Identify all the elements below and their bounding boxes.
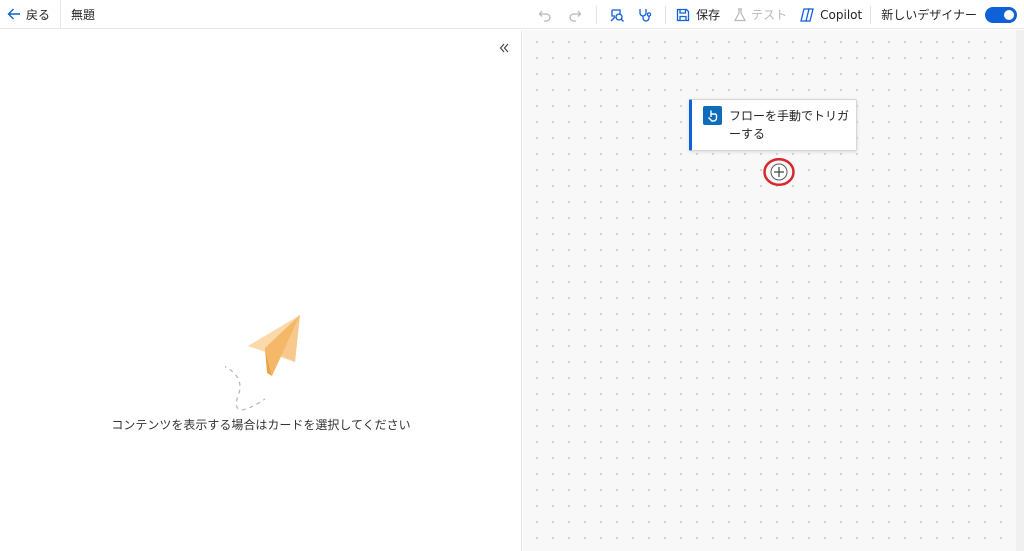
toolbar-divider (596, 5, 598, 24)
stethoscope-button[interactable] (631, 0, 659, 29)
arrow-left-icon (7, 8, 20, 20)
trigger-card-label: フローを手動でトリガーする (729, 109, 850, 141)
copilot-label: Copilot (820, 7, 863, 22)
test-button[interactable]: テスト (724, 0, 795, 29)
new-designer-label: 新しいデザイナー (881, 8, 977, 22)
back-button[interactable]: 戻る (0, 0, 62, 29)
canvas-scrollbar[interactable] (1016, 30, 1024, 551)
copilot-button[interactable]: Copilot (795, 0, 870, 29)
back-label: 戻る (26, 7, 51, 22)
copilot-icon (800, 7, 815, 22)
stethoscope-icon (639, 8, 652, 22)
flow-title[interactable]: 無題 (61, 6, 95, 23)
save-button[interactable]: 保存 (672, 0, 724, 29)
plus-circle-icon[interactable] (763, 158, 795, 188)
flow-checker-icon (610, 8, 625, 22)
test-label: テスト (751, 8, 788, 22)
empty-state-message: コンテンツを表示する場合はカードを選択してください (111, 418, 411, 432)
redo-button[interactable] (560, 0, 590, 29)
collapse-panel-button[interactable] (498, 39, 510, 58)
save-icon (676, 8, 690, 21)
toolbar-divider (870, 5, 872, 24)
redo-icon (569, 10, 582, 22)
undo-button[interactable] (530, 0, 560, 29)
undo-icon (538, 10, 551, 22)
new-designer-toggle[interactable] (985, 6, 1017, 23)
double-chevron-left-icon (499, 43, 509, 53)
hand-touch-icon (703, 106, 722, 125)
trigger-card[interactable]: フローを手動でトリガーする (689, 99, 857, 151)
toggle-knob (1004, 9, 1014, 20)
flow-checker-button[interactable] (603, 0, 631, 29)
flask-icon (734, 7, 747, 21)
top-toolbar: 戻る 無題 保存 テスト Copilot 新しいデザイナー (0, 0, 1024, 29)
details-panel: コンテンツを表示する場合はカードを選択してください (0, 30, 522, 551)
toolbar-divider (665, 5, 667, 24)
paper-plane-icon (225, 315, 300, 411)
flow-canvas[interactable]: フローを手動でトリガーする (523, 30, 1024, 551)
save-label: 保存 (696, 8, 721, 22)
